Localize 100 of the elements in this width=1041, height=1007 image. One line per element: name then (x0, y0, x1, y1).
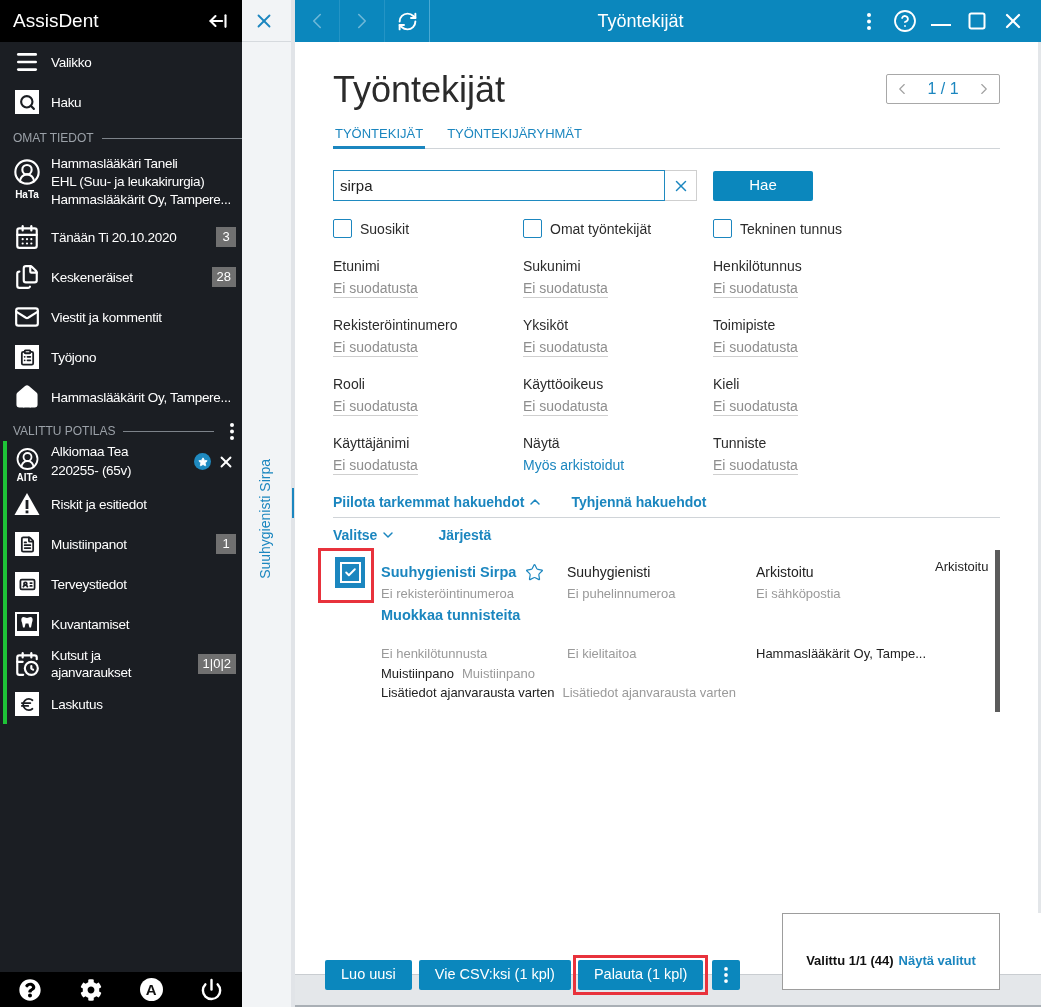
menu-item[interactable]: Keskeneräiset (51, 268, 133, 286)
filter-value[interactable]: Ei suodatusta (333, 279, 418, 298)
power-icon[interactable] (200, 978, 224, 1001)
warning-icon (14, 492, 40, 516)
checkbox-label[interactable]: Tekninen tunnus (740, 219, 842, 238)
clipboard-list-icon (15, 345, 39, 369)
patient-id: 220255- (65v) (51, 462, 132, 480)
house-icon (14, 384, 40, 410)
language-skills: Ei kielitaitoa (567, 645, 638, 663)
checkbox-label[interactable]: Omat työntekijät (550, 219, 652, 238)
menu-item[interactable]: Viestit ja kommentit (51, 308, 162, 326)
collapse-icon[interactable] (208, 11, 228, 31)
id-card-icon (15, 572, 39, 596)
filter-value[interactable]: Ei suodatusta (713, 397, 798, 416)
help-icon (893, 9, 917, 33)
more-icon[interactable] (230, 422, 234, 440)
filter-value[interactable]: Ei suodatusta (333, 338, 418, 357)
filter-value[interactable]: Ei suodatusta (713, 279, 798, 298)
clear-search-button[interactable] (665, 170, 697, 201)
count-badge: 3 (216, 227, 236, 247)
menu-item[interactable]: Terveystiedot (51, 575, 127, 593)
menu-item[interactable]: Tänään Ti 20.10.2020 (51, 228, 177, 246)
search-field[interactable]: sirpa (333, 170, 665, 201)
clear-filters-link[interactable]: Tyhjennä hakuehdot (571, 493, 707, 511)
checkbox[interactable] (523, 219, 542, 238)
avatar-icon (13, 158, 41, 186)
filter-label: Käyttäjänimi (333, 434, 410, 452)
count-badge: 28 (211, 267, 236, 287)
select-menu[interactable]: Valitse (333, 526, 378, 544)
note-icon (15, 532, 39, 556)
filter-label: Tunniste (713, 434, 767, 452)
check-icon (339, 562, 361, 583)
envelope-icon (14, 304, 40, 330)
count-badge: 1|0|2 (197, 654, 236, 674)
side-tab[interactable]: Suuhygienisti Sirpa (255, 459, 274, 579)
selection-count: Valittu 1/1 (44) (806, 951, 894, 970)
phone-number: Ei puhelinnumeroa (567, 585, 677, 603)
employee-status: Arkistoitu (756, 563, 815, 581)
more-icon (867, 12, 871, 30)
tab[interactable]: TYÖNTEKIJÄT (333, 125, 426, 149)
user-info-line: Hammaslääkärit Oy, Tampere... (51, 191, 231, 209)
filter-value[interactable]: Ei suodatusta (523, 279, 608, 298)
action-button[interactable]: Luo uusi (325, 960, 412, 990)
sort-link[interactable]: Järjestä (438, 526, 492, 544)
hide-filters-link[interactable]: Piilota tarkemmat hakuehdot (333, 493, 525, 511)
menu-item[interactable]: Muistiinpanot (51, 535, 127, 553)
edit-tags-link[interactable]: Muokkaa tunnisteita (381, 605, 521, 625)
booking-info-label: Lisätiedot ajanvarausta varten (381, 684, 555, 702)
filter-label: Henkilötunnus (713, 257, 802, 275)
refresh-icon (396, 10, 418, 32)
note-label: Muistiinpano (381, 665, 454, 683)
filter-label: Etunimi (333, 257, 380, 275)
calendar-clock-icon (14, 651, 40, 677)
count-badge: 1 (216, 534, 236, 554)
checkbox[interactable] (713, 219, 732, 238)
menu-item[interactable]: Hammaslääkärit Oy, Tampere... (51, 388, 231, 406)
filter-value[interactable]: Ei suodatusta (523, 338, 608, 357)
menu-item[interactable]: Laskutus (51, 695, 103, 713)
menu-item[interactable]: Kuvantamiset (51, 615, 130, 633)
filter-value[interactable]: Ei suodatusta (333, 397, 418, 416)
employee-name-link[interactable]: Suuhygienisti Sirpa (381, 562, 517, 582)
search-button[interactable]: Hae (713, 170, 813, 201)
avatar-initials: HaTa (15, 189, 39, 201)
documents-icon (14, 264, 40, 290)
employee-role: Suuhygienisti (567, 563, 652, 581)
action-button[interactable]: Vie CSV:ksi (1 kpl) (418, 960, 571, 990)
letter-a-icon[interactable]: A (139, 978, 163, 1001)
filter-value[interactable]: Ei suodatusta (333, 456, 418, 475)
personal-id: Ei henkilötunnusta (381, 645, 489, 663)
menu-item[interactable]: Valikko (51, 53, 92, 71)
filter-label: Toimipiste (713, 316, 776, 334)
menu-item[interactable]: Työjono (51, 348, 97, 366)
section-heading: OMAT TIEDOT (13, 131, 94, 145)
settings-icon[interactable] (79, 978, 102, 1001)
checkbox[interactable] (333, 219, 352, 238)
menu-item[interactable]: Kutsut ja ajanvaraukset (51, 647, 181, 681)
scrollbar[interactable] (995, 550, 1000, 712)
action-button[interactable]: Palauta (1 kpl) (577, 960, 704, 990)
menu-item[interactable]: Riskit ja esitiedot (51, 495, 147, 513)
help-icon[interactable] (19, 978, 42, 1001)
filter-value[interactable]: Ei suodatusta (713, 456, 798, 475)
filter-value[interactable]: Myös arkistoidut (523, 456, 625, 475)
menu-item[interactable]: Haku (51, 93, 82, 111)
tooth-icon (15, 612, 39, 636)
filter-value[interactable]: Ei suodatusta (523, 397, 608, 416)
email-address: Ei sähköpostia (756, 585, 842, 603)
checkbox-label[interactable]: Suosikit (360, 219, 410, 238)
show-selected-link[interactable]: Näytä valitut (898, 951, 976, 970)
checkbox[interactable] (335, 557, 365, 588)
search-icon (15, 90, 39, 114)
status-tag: Arkistoitu (935, 558, 995, 576)
more-button[interactable] (712, 960, 741, 990)
star-icon[interactable] (525, 562, 545, 582)
tab[interactable]: TYÖNTEKIJÄRYHMÄT (445, 125, 584, 149)
note-value: Muistiinpano (462, 665, 535, 683)
maximize-icon (967, 11, 987, 31)
page-heading: Työntekijät (333, 70, 506, 110)
more-icon (724, 967, 729, 983)
filter-value[interactable]: Ei suodatusta (713, 338, 798, 357)
booking-info-value: Lisätiedot ajanvarausta varten (562, 684, 736, 702)
